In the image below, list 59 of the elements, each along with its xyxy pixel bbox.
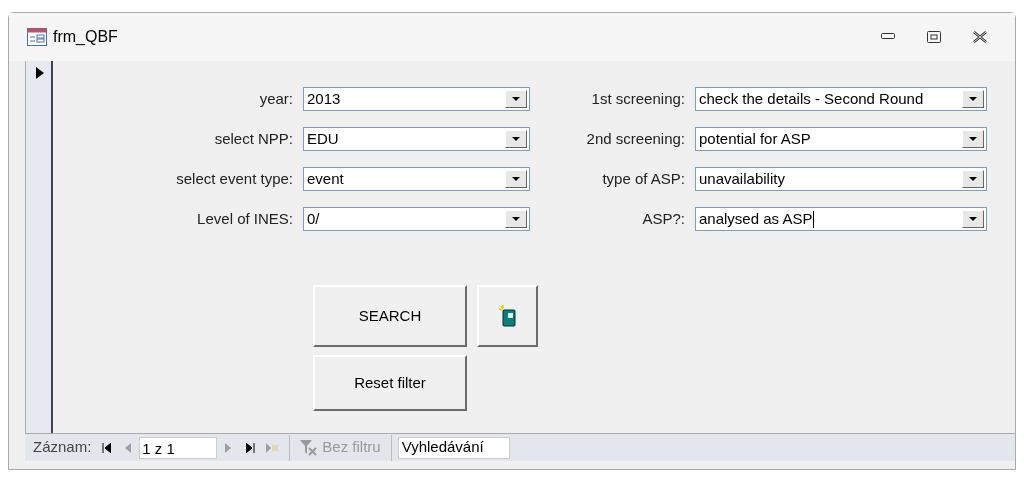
combo-box[interactable]: potential for ASP [695, 127, 987, 151]
field-label: select event type: [175, 168, 294, 189]
combo-value: 0/ [306, 208, 321, 229]
combo-value: analysed as ASP [698, 208, 816, 230]
field-label: select NPP: [213, 128, 294, 149]
combo-box[interactable]: 0/ [303, 207, 530, 231]
field-label: 1st screening: [590, 88, 686, 109]
combo-value: 2013 [306, 88, 342, 109]
dropdown-button[interactable] [962, 90, 984, 108]
dropdown-button[interactable] [962, 170, 984, 188]
combo-value: event [306, 168, 345, 189]
combo-box[interactable]: 2013 [303, 87, 530, 111]
new-record-button[interactable] [477, 285, 538, 347]
combo-box[interactable]: check the details - Second Round [695, 87, 987, 111]
dropdown-button[interactable] [962, 130, 984, 148]
dropdown-button[interactable] [505, 210, 527, 228]
last-record-icon [245, 442, 255, 453]
dropdown-button[interactable] [505, 130, 527, 148]
next-record-icon [225, 442, 232, 453]
form-button[interactable]: Reset filter [313, 355, 467, 411]
dropdown-button[interactable] [505, 90, 527, 108]
close-icon[interactable] [973, 31, 987, 43]
dropdown-arrow-icon [969, 96, 977, 102]
field-label: 2nd screening: [585, 128, 686, 149]
dropdown-arrow-icon [512, 96, 520, 102]
form-button[interactable]: SEARCH [313, 285, 467, 347]
restore-icon[interactable] [927, 31, 941, 43]
combo-value: EDU [306, 128, 340, 149]
dropdown-arrow-icon [969, 176, 977, 182]
combo-box[interactable]: analysed as ASP [695, 207, 987, 231]
dropdown-arrow-icon [512, 216, 520, 222]
current-record-icon [36, 67, 44, 79]
new-record-icon [266, 442, 279, 453]
filter-icon [300, 439, 319, 456]
notebook-icon [498, 305, 517, 327]
field-label: type of ASP: [601, 168, 686, 189]
dropdown-button[interactable] [962, 210, 984, 228]
dropdown-arrow-icon [969, 136, 977, 142]
dropdown-arrow-icon [512, 136, 520, 142]
dropdown-button[interactable] [505, 170, 527, 188]
record-label: Záznam: [33, 437, 92, 458]
dropdown-arrow-icon [969, 216, 977, 222]
form-icon [27, 28, 47, 46]
combo-box[interactable]: unavailability [695, 167, 987, 191]
minimize-icon[interactable] [881, 31, 895, 39]
search-field[interactable]: Vyhledávání [397, 436, 510, 459]
window-title: frm_QBF [53, 27, 119, 47]
combo-value: potential for ASP [698, 128, 812, 149]
first-record-icon [101, 442, 111, 453]
field-label: Level of INES: [196, 208, 294, 229]
record-number-field[interactable]: 1 z 1 [139, 436, 218, 459]
field-label: year: [258, 88, 294, 109]
combo-value: check the details - Second Round [698, 88, 925, 109]
combo-box[interactable]: event [303, 167, 530, 191]
combo-box[interactable]: EDU [303, 127, 530, 151]
combo-value: unavailability [698, 168, 786, 189]
previous-record-icon [125, 442, 132, 453]
dropdown-arrow-icon [512, 176, 520, 182]
field-label: ASP?: [641, 208, 686, 229]
